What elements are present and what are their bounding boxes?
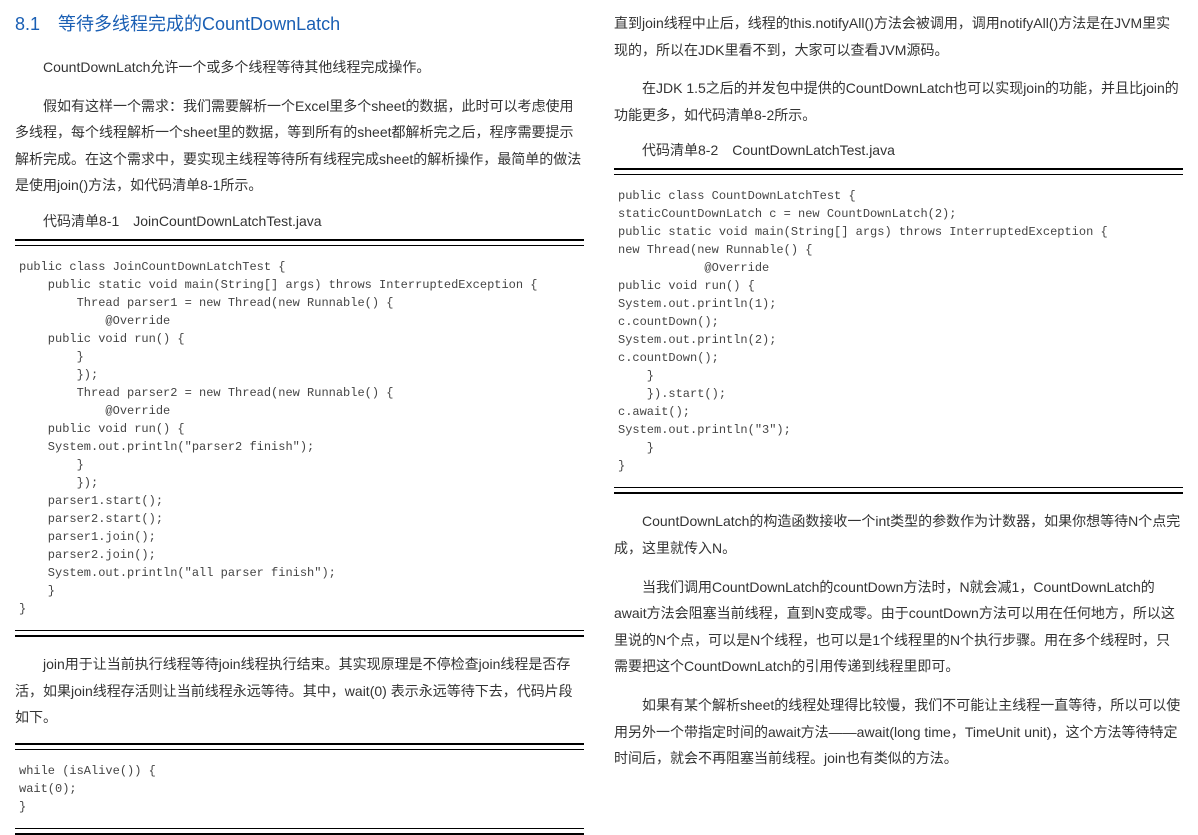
paragraph: 当我们调用CountDownLatch的countDown方法时，N就会减1，C… [614,574,1183,680]
code-divider [614,492,1183,494]
paragraph: 直到join线程中止后，线程的this.notifyAll()方法会被调用，调用… [614,10,1183,63]
code-divider [15,833,584,835]
code-divider [614,168,1183,170]
paragraph: 在JDK 1.5之后的并发包中提供的CountDownLatch也可以实现joi… [614,75,1183,128]
paragraph: 如果有某个解析sheet的线程处理得比较慢，我们不可能让主线程一直等待，所以可以… [614,692,1183,772]
paragraph: join用于让当前执行线程等待join线程执行结束。其实现原理是不停检查join… [15,651,584,731]
code-divider [15,635,584,637]
code-listing-label: 代码清单8-1 JoinCountDownLatchTest.java [15,211,584,231]
paragraph: CountDownLatch允许一个或多个线程等待其他线程完成操作。 [15,54,584,81]
code-divider [15,239,584,241]
paragraph: 假如有这样一个需求：我们需要解析一个Excel里多个sheet的数据，此时可以考… [15,93,584,199]
right-column: 直到join线程中止后，线程的this.notifyAll()方法会被调用，调用… [599,0,1198,759]
code-divider [15,828,584,829]
code-divider [15,245,584,246]
code-block: while (isAlive()) { wait(0); } [15,754,584,824]
code-divider [15,743,584,745]
code-divider [15,749,584,750]
section-title: 8.1 等待多线程完成的CountDownLatch [15,10,584,36]
code-block: public class CountDownLatchTest { static… [614,179,1183,483]
code-divider [614,487,1183,488]
paragraph: CountDownLatch的构造函数接收一个int类型的参数作为计数器，如果你… [614,508,1183,561]
code-divider [15,630,584,631]
code-listing-label: 代码清单8-2 CountDownLatchTest.java [614,140,1183,160]
code-block: public class JoinCountDownLatchTest { pu… [15,250,584,626]
code-divider [614,174,1183,175]
left-column: 8.1 等待多线程完成的CountDownLatch CountDownLatc… [0,0,599,759]
